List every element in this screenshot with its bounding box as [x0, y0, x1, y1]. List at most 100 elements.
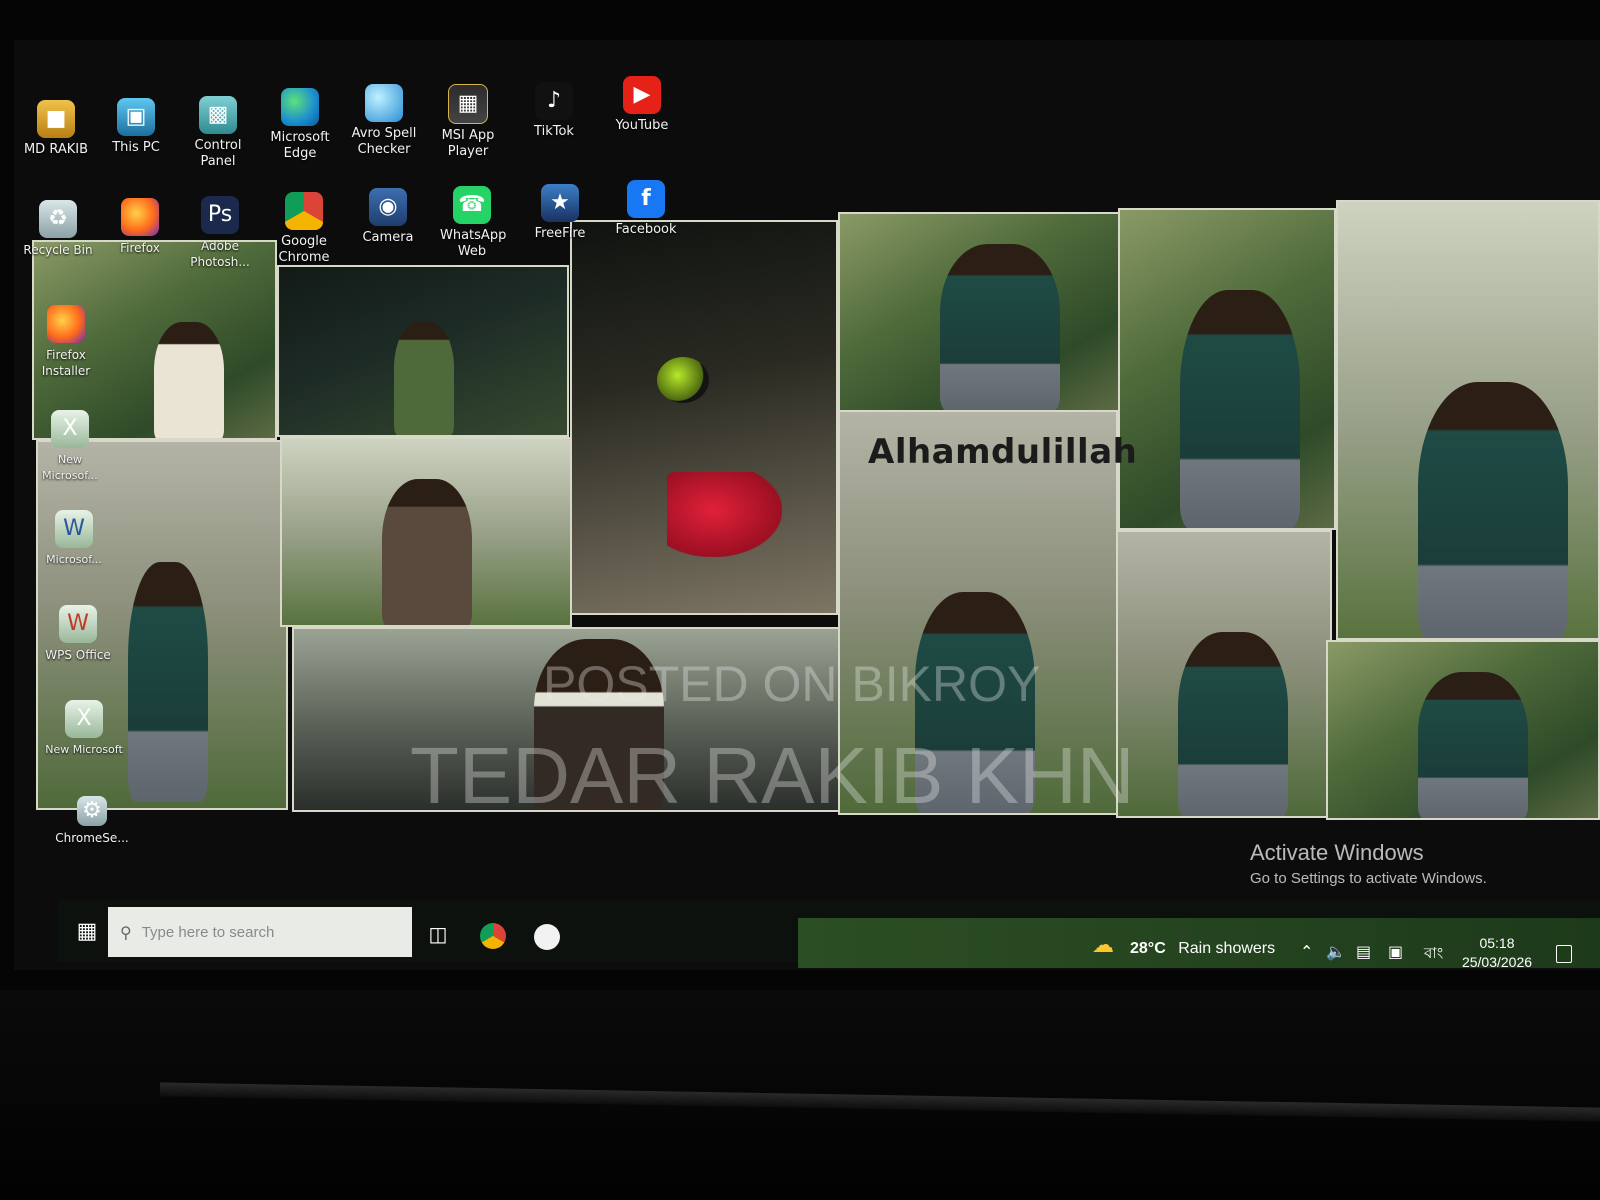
show-hidden-icons-chevron-icon[interactable]: ⌃ [1300, 942, 1313, 961]
taskbar-clock[interactable]: 05:18 25/03/2026 [1452, 934, 1542, 972]
icon-label: MSI App Player [441, 128, 495, 159]
icon-label: Microsoft Edge [270, 130, 330, 161]
photoshop-icon: Ps [201, 196, 239, 234]
desktop-icon-msi[interactable]: ▦ MSI App Player [426, 84, 510, 160]
chrome-icon [285, 192, 323, 230]
firefox-icon [121, 198, 159, 236]
wallpaper-photo [570, 220, 838, 615]
network-icon[interactable]: ▤ [1356, 942, 1371, 961]
icon-label: YouTube [615, 118, 669, 133]
control-panel-icon: ▩ [199, 96, 237, 134]
desktop-icon-chrome-setup[interactable]: ⚙ ChromeSe... [50, 796, 134, 846]
desktop-icon-tiktok[interactable]: ♪ TikTok [512, 82, 596, 140]
facebook-icon: f [627, 180, 665, 218]
desktop-icon-new-doc[interactable]: X New Microsoft [42, 700, 126, 758]
excel-doc-icon: X [51, 410, 89, 448]
icon-label: MD RAKIB [23, 142, 89, 157]
icon-label: FreeFire [534, 226, 586, 241]
activation-title: Activate Windows [1250, 840, 1424, 865]
icon-label: Camera [362, 230, 414, 245]
desktop-icon-word-doc[interactable]: W Microsof... [32, 510, 116, 568]
wallpaper-photo [1336, 200, 1600, 640]
youtube-icon: ▶ [623, 76, 661, 114]
desktop-icon-facebook[interactable]: f Facebook [604, 180, 688, 238]
user-folder-icon: ■ [37, 100, 75, 138]
wallpaper-photo [1116, 530, 1332, 818]
icon-label: New Microsof... [42, 453, 98, 482]
taskbar-app-button[interactable] [534, 924, 560, 950]
watermark-line-1: POSTED ON BIKROY [543, 656, 1041, 712]
weather-description: Rain showers [1178, 940, 1276, 957]
icon-label: Firefox [120, 241, 160, 255]
icon-label: WhatsApp Web [440, 228, 507, 259]
chrome-setup-icon: ⚙ [77, 796, 107, 826]
clock-time: 05:18 [1479, 935, 1515, 951]
wallpaper-photo [1326, 640, 1600, 820]
icon-label: This PC [112, 140, 160, 155]
icon-label: WPS Office [45, 648, 111, 662]
activation-watermark: Activate Windows Go to Settings to activ… [1250, 840, 1487, 887]
input-language-indicator[interactable]: বাং [1424, 942, 1443, 967]
desktop-icon-excel-doc[interactable]: X New Microsof... [28, 410, 112, 484]
tiktok-icon: ♪ [535, 82, 573, 120]
search-icon: ⚲ [120, 922, 132, 942]
desktop-icon-avro[interactable]: Avro Spell Checker [342, 84, 426, 158]
desktop-icon-wps[interactable]: W WPS Office [36, 605, 120, 663]
icon-label: ChromeSe... [55, 831, 129, 845]
windows-logo-icon: ▦ [76, 919, 98, 944]
desktop-icon-whatsapp[interactable]: ☎ WhatsApp Web [430, 186, 514, 260]
icon-label: Control Panel [194, 138, 242, 169]
icon-label: Firefox Installer [41, 348, 91, 378]
wallpaper-photo [277, 265, 569, 437]
icon-label: Microsof... [46, 553, 102, 566]
desktop-icon-photoshop[interactable]: Ps Adobe Photosh... [178, 196, 262, 270]
wallpaper-photo [838, 212, 1120, 412]
desktop-icon-firefox[interactable]: Firefox [98, 198, 182, 256]
this-pc-icon: ▣ [117, 98, 155, 136]
weather-temperature: 28°C [1130, 940, 1166, 957]
wps-office-icon: W [59, 605, 97, 643]
desktop-icon-edge[interactable]: Microsoft Edge [258, 88, 342, 162]
icon-label: TikTok [534, 124, 574, 139]
desktop-icon-chrome[interactable]: Google Chrome [262, 192, 346, 266]
desktop-icon-md-rakib[interactable]: ■ MD RAKIB [14, 100, 98, 158]
start-button[interactable]: ▦ [72, 917, 102, 947]
weather-widget[interactable]: 28°C Rain showers [1130, 940, 1275, 958]
watermark-line-2: TEDAR RAKIB KHN [410, 731, 1135, 820]
icon-label: Adobe Photosh... [190, 239, 250, 269]
taskbar-chrome-button[interactable] [480, 923, 506, 949]
recycle-bin-icon: ♻ [39, 200, 77, 238]
search-placeholder: Type here to search [141, 923, 275, 941]
desktop-icon-youtube[interactable]: ▶ YouTube [600, 76, 684, 134]
icon-label: Recycle Bin [23, 243, 93, 257]
wallpaper-photo [280, 437, 572, 627]
task-view-button[interactable]: ◫ [424, 920, 452, 948]
edge-icon [281, 88, 319, 126]
whatsapp-icon: ☎ [453, 186, 491, 224]
freefire-icon: ★ [541, 184, 579, 222]
desktop-icon-control-panel[interactable]: ▩ Control Panel [176, 96, 260, 170]
msi-app-player-icon: ▦ [448, 84, 488, 124]
camera-icon: ◉ [369, 188, 407, 226]
desktop-icon-freefire[interactable]: ★ FreeFire [518, 184, 602, 242]
desktop-icon-firefox-installer[interactable]: Firefox Installer [24, 305, 108, 379]
volume-icon[interactable]: 🔈 [1326, 942, 1346, 961]
icon-label: Facebook [615, 222, 677, 237]
desktop-icon-this-pc[interactable]: ▣ This PC [94, 98, 178, 156]
device-icon[interactable]: ▣ [1388, 942, 1403, 961]
desktop-icon-camera[interactable]: ◉ Camera [346, 188, 430, 246]
icon-label: Avro Spell Checker [351, 126, 417, 157]
word-doc-icon: W [55, 510, 93, 548]
notification-center-icon[interactable] [1556, 945, 1572, 963]
icon-label: Google Chrome [278, 234, 330, 265]
icon-label: New Microsoft [45, 743, 123, 756]
avro-spell-icon [365, 84, 403, 122]
wallpaper-photo [1118, 208, 1336, 530]
taskbar-search-box[interactable]: ⚲ Type here to search [108, 907, 412, 957]
firefox-installer-icon [47, 305, 85, 343]
desktop-icon-recycle-bin[interactable]: ♻ Recycle Bin [16, 200, 100, 258]
document-icon: X [65, 700, 103, 738]
weather-icon[interactable]: ☁ [1092, 932, 1120, 960]
clock-date: 25/03/2026 [1461, 954, 1533, 970]
wallpaper-caption: Alhamdulillah [868, 432, 1138, 472]
